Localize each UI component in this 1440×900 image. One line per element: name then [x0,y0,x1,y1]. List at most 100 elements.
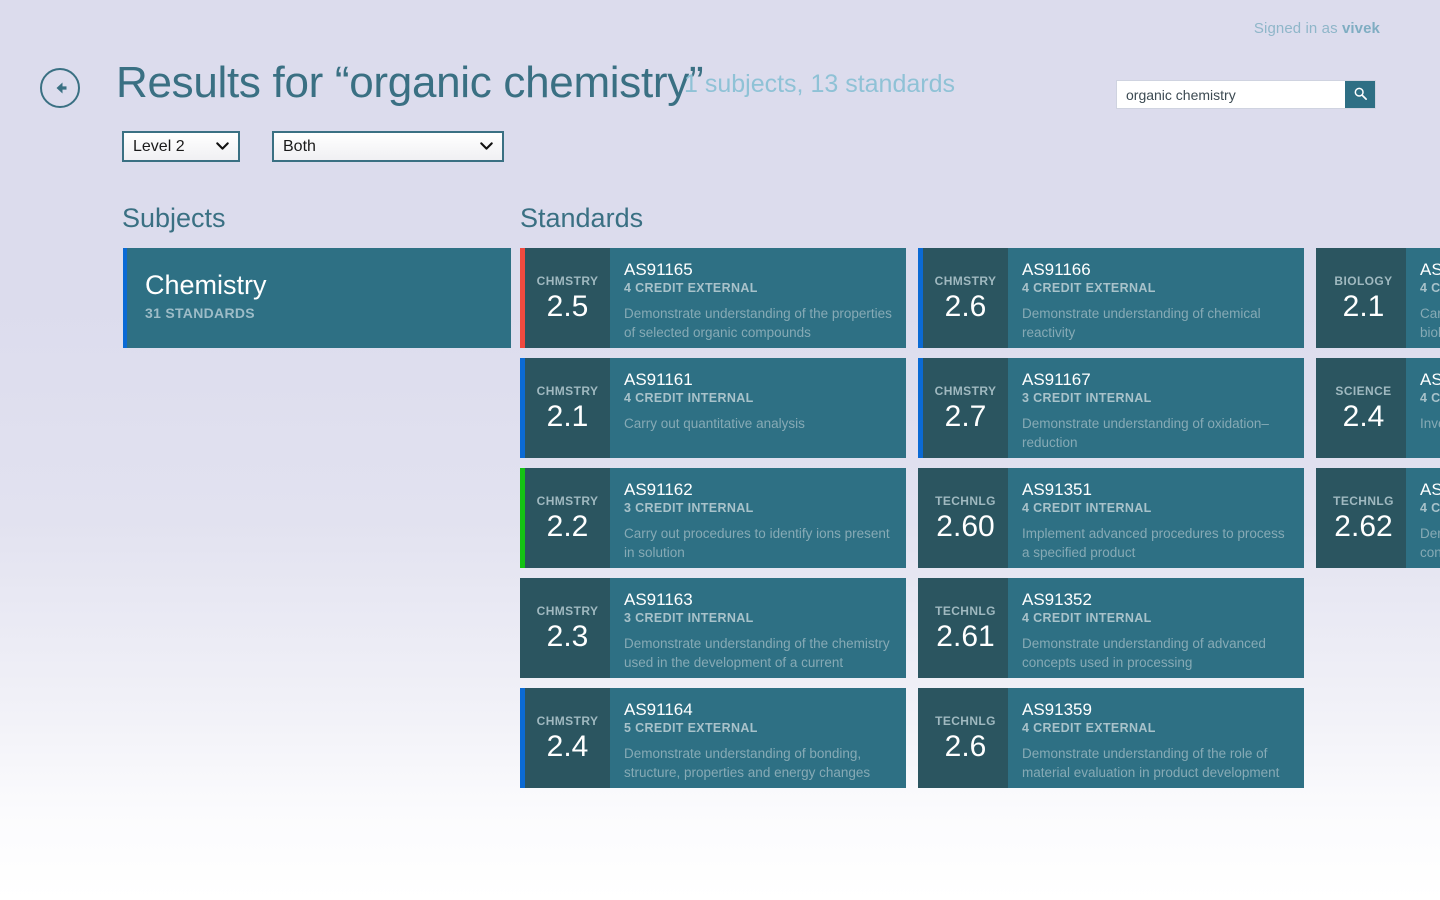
standard-code: AS91351 [1022,480,1092,499]
standard-card[interactable]: CHMSTRY 2.2 AS91162 3 CREDIT INTERNAL Carry … [520,468,906,568]
standard-card[interactable]: CHMSTRY 2.4 AS91164 5 CREDIT EXTERNAL Demons… [520,688,906,788]
standard-credits: 3 CREDIT INTERNAL [1022,390,1152,405]
standard-accent-bar [520,358,525,458]
result-count: 1 subjects, 13 standards [684,70,955,98]
level-filter-select[interactable]: Level 2 [122,131,240,162]
standard-level: 2.4 [546,729,589,763]
standard-level: 2.6 [944,289,987,323]
standard-credits: 4 CREDIT EXTERNAL [624,280,758,295]
standard-subject-code: TECHNLG [935,713,996,728]
standard-subject-code: TECHNLG [1333,493,1394,508]
arrow-left-circle-icon [50,78,70,98]
standard-description: Implement advanced procedures to process… [1022,525,1285,561]
standard-credits: 4 CREDIT EXTERNAL [1022,280,1156,295]
standard-accent-bar [918,578,923,678]
standard-level: 2.4 [1342,399,1385,433]
standard-badge: TECHNLG 2.60 [918,468,1008,568]
standards-heading: Standards [520,203,644,233]
standard-card[interactable]: TECHNLG 2.60 AS91351 4 CREDIT INTERNAL Imple… [918,468,1304,568]
standard-subject-code: SCIENCE [1335,383,1392,398]
standard-accent-bar [520,578,525,678]
search-button[interactable] [1345,81,1375,108]
search-input[interactable] [1117,81,1345,108]
standard-code: AS91160 [1420,370,1440,389]
subject-accent-bar [123,248,127,348]
standard-accent-bar [1316,468,1321,568]
standard-badge: CHMSTRY 2.5 [520,248,610,348]
standard-card[interactable]: TECHNLG 2.6 AS91359 4 CREDIT EXTERNAL Demons… [918,688,1304,788]
standard-card[interactable]: CHMSTRY 2.6 AS91166 4 CREDIT EXTERNAL Demons… [918,248,1304,348]
standard-level: 2.5 [546,289,589,323]
standard-accent-bar [520,468,525,568]
standard-details: AS91166 4 CREDIT EXTERNAL Demonstrate unde… [1008,248,1304,348]
standard-description: Demonstrate understanding of bonding, st… [624,745,871,781]
chevron-down-icon [202,142,229,151]
standard-code: AS91163 [624,590,693,609]
standard-credits: 3 CREDIT INTERNAL [624,500,754,515]
standard-card[interactable]: TECHNLG 2.61 AS91352 4 CREDIT INTERNAL Demon… [918,578,1304,678]
standard-level: 2.7 [944,399,987,433]
assessment-type-filter-select[interactable]: Both [272,131,504,162]
subject-card[interactable]: Chemistry 31 STANDARDS [123,248,511,348]
standard-badge: CHMSTRY 2.6 [918,248,1008,348]
standard-code: AS91153 [1420,260,1440,279]
standard-subject-code: CHMSTRY [536,493,599,508]
filter-bar: Level 2 Both [122,131,504,162]
standard-code: AS91164 [624,700,693,719]
standard-details: AS91164 5 CREDIT EXTERNAL Demonstrate unde… [610,688,906,788]
standard-description: Demonstrate understanding of advanced co… [1420,525,1440,561]
standard-code: AS91352 [1022,590,1092,609]
subjects-list: Chemistry 31 STANDARDS [123,248,511,348]
standard-description: Demonstrate understanding of the propert… [624,305,892,341]
standard-badge: TECHNLG 2.62 [1316,468,1406,568]
standard-credits: 4 CREDIT INTERNAL [1420,280,1440,295]
standard-badge: CHMSTRY 2.3 [520,578,610,678]
standard-card[interactable]: CHMSTRY 2.3 AS91163 3 CREDIT INTERNAL Demons… [520,578,906,678]
standard-credits: 4 CREDIT EXTERNAL [1022,720,1156,735]
standard-card[interactable]: BIOLOGY2.1 AS911534 CREDIT INTERNAL Carry … [1316,248,1440,348]
level-filter-value: Level 2 [133,137,185,155]
signed-in-status: Signed in as vivek [1254,20,1380,37]
standard-level: 2.3 [546,619,589,653]
standards-column: CHMSTRY 2.6 AS91166 4 CREDIT EXTERNAL Demons… [918,248,1304,793]
standard-card[interactable]: SCIENCE2.4 AS911604 CREDIT INTERNAL Invest… [1316,358,1440,458]
standard-code: AS91353 [1420,480,1440,499]
standard-card[interactable]: TECHNLG2.62 AS913534 CREDIT INTERNAL Demon… [1316,468,1440,568]
standard-description: Carry out a practical investigation in a… [1420,305,1440,341]
standard-accent-bar [918,688,923,788]
standard-badge: TECHNLG 2.6 [918,688,1008,788]
standard-code: AS91166 [1022,260,1091,279]
standard-code: AS91167 [1022,370,1091,389]
standards-column: BIOLOGY2.1AS911534 CREDIT INTERNALCarry … [1316,248,1440,793]
standard-credits: 4 CREDIT INTERNAL [1420,500,1440,515]
standard-details: AS91359 4 CREDIT EXTERNAL Demonstrate unde… [1008,688,1304,788]
standard-accent-bar [918,248,923,348]
standard-credits: 3 CREDIT INTERNAL [624,610,754,625]
standard-badge: CHMSTRY 2.4 [520,688,610,788]
standard-card[interactable]: CHMSTRY 2.1 AS91161 4 CREDIT INTERNAL Carry … [520,358,906,458]
back-button[interactable] [40,68,80,108]
standard-level: 2.1 [546,399,589,433]
subjects-heading: Subjects [122,203,226,233]
standard-subject-code: BIOLOGY [1334,273,1393,288]
standards-column: CHMSTRY 2.5 AS91165 4 CREDIT EXTERNAL Demons… [520,248,906,793]
standard-card[interactable]: CHMSTRY 2.5 AS91165 4 CREDIT EXTERNAL Demons… [520,248,906,348]
standard-subject-code: TECHNLG [935,603,996,618]
standard-card[interactable]: CHMSTRY 2.7 AS91167 3 CREDIT INTERNAL Demons… [918,358,1304,458]
standard-level: 2.1 [1342,289,1385,323]
standard-subject-code: CHMSTRY [536,713,599,728]
standard-level: 2.62 [1334,509,1393,543]
standard-details: AS91161 4 CREDIT INTERNAL Carry out quanti… [610,358,906,458]
standard-description: Carry out quantitative analysis [624,415,805,431]
standard-description: Demonstrate understanding of oxidation–r… [1022,415,1269,451]
standard-badge: CHMSTRY 2.7 [918,358,1008,458]
standard-description: Demonstrate understanding of advanced co… [1022,635,1266,671]
standard-details: AS91352 4 CREDIT INTERNAL Demonstrate unde… [1008,578,1304,678]
subject-name: Chemistry [145,270,267,300]
standard-level: 2.2 [546,509,589,543]
standard-details: AS91163 3 CREDIT INTERNAL Demonstrate unde… [610,578,906,678]
standard-details: AS91165 4 CREDIT EXTERNAL Demonstrate unde… [610,248,906,348]
standard-description: Demonstrate understanding of chemical re… [1022,305,1261,341]
standard-credits: 4 CREDIT INTERNAL [624,390,754,405]
standard-credits: 4 CREDIT INTERNAL [1022,500,1152,515]
